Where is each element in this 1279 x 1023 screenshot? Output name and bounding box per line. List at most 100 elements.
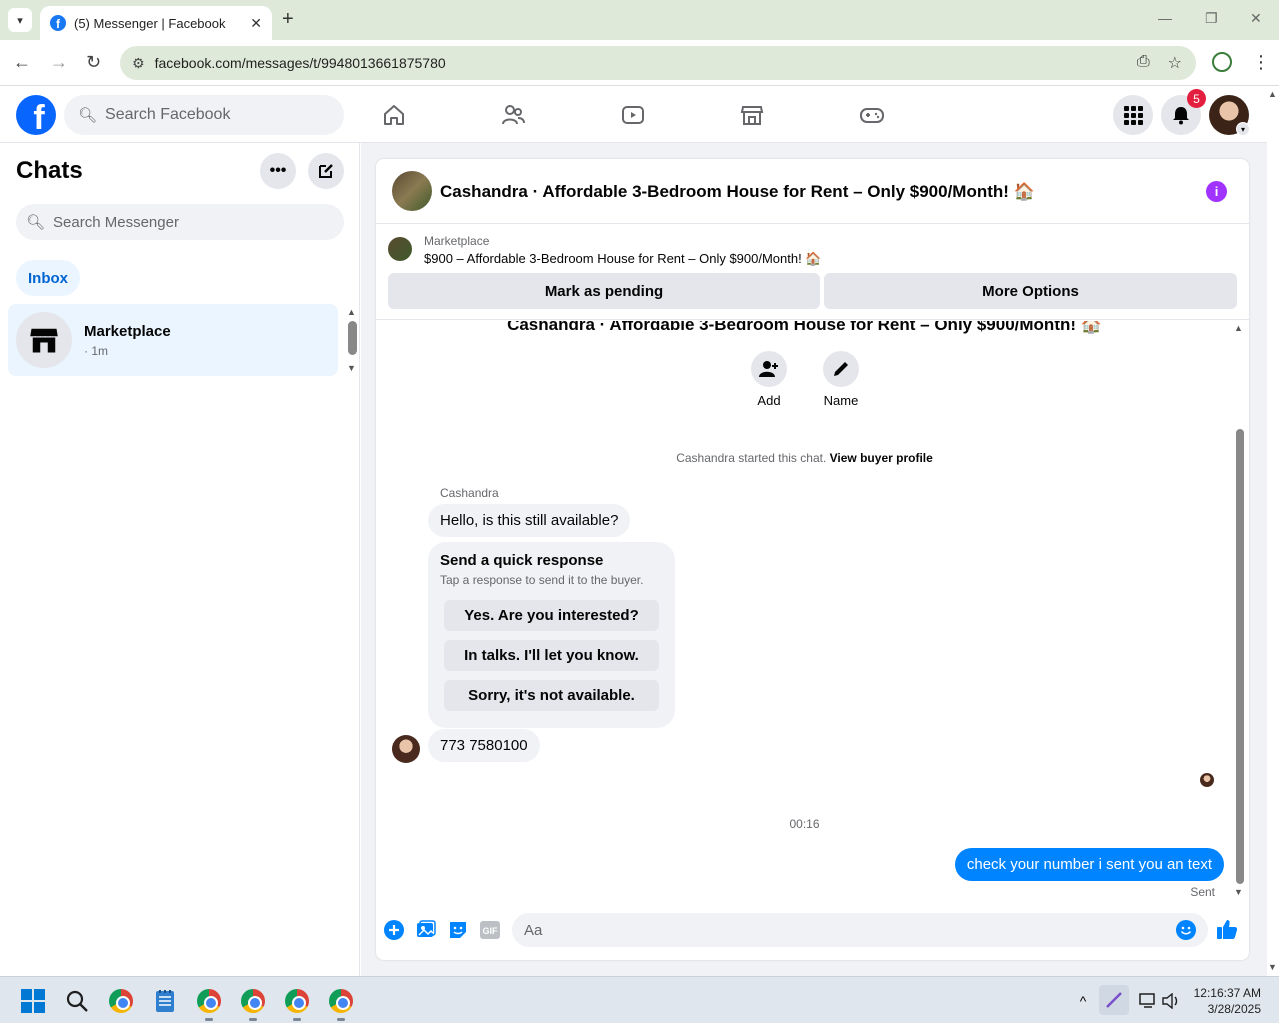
running-indicator [337,1018,345,1021]
close-icon[interactable]: ✕ [250,15,262,32]
clock-time: 12:16:37 AM [1193,986,1261,1000]
windows-taskbar: ^ 12:16:37 AM 3/28/2025 [0,976,1279,1023]
browser-tab[interactable]: f (5) Messenger | Facebook ✕ [40,6,272,40]
url-text: facebook.com/messages/t/9948013661875780 [154,55,446,71]
chrome-profile-icon[interactable] [284,988,310,1014]
photo-icon[interactable] [416,920,436,940]
chat-list-item[interactable]: Marketplace · 1m [8,304,338,376]
chevron-down-icon[interactable]: ▾ [1236,122,1250,136]
add-people-action[interactable]: Add [739,351,799,408]
quick-response-in-talks-button[interactable]: In talks. I'll let you know. [444,640,659,671]
pencil-icon [823,351,859,387]
view-buyer-profile-link[interactable]: View buyer profile [830,451,933,465]
window-close-icon[interactable]: ✕ [1250,10,1262,27]
message-composer: GIF Aa [376,904,1249,956]
thread-scroll-up-arrow[interactable]: ▲ [1234,323,1243,333]
quick-response-card: Send a quick response Tap a response to … [428,542,675,728]
gaming-icon[interactable] [859,103,885,127]
started-text: Cashandra started this chat. [676,451,827,465]
listing-title[interactable]: $900 – Affordable 3-Bedroom House for Re… [424,251,822,267]
volume-icon[interactable] [1158,988,1184,1014]
facebook-search-input[interactable]: 🔍︎ Search Facebook [64,95,344,135]
quick-response-heading: Send a quick response [440,552,604,569]
read-receipt-avatar [1200,773,1214,787]
message-thread: Cashandra · Affordable 3-Bedroom House f… [376,321,1249,901]
outgoing-message[interactable]: check your number i sent you an text [954,848,1224,881]
reload-icon[interactable]: ↻ [86,52,101,73]
chrome-profile-icon[interactable] [328,988,354,1014]
name-action[interactable]: Name [811,351,871,408]
add-person-icon [751,351,787,387]
chat-time: · 1m [84,344,108,358]
listing-thumbnail[interactable] [388,237,412,261]
sender-avatar[interactable] [392,735,420,763]
chat-started-notice: Cashandra started this chat. View buyer … [376,451,1233,465]
info-icon[interactable]: i [1206,181,1227,202]
more-options-button[interactable]: More Options [824,273,1237,309]
incoming-message[interactable]: Hello, is this still available? [428,504,631,537]
windows-start-icon[interactable] [20,988,46,1014]
sticker-icon[interactable] [448,920,468,940]
page-scroll-down-arrow[interactable]: ▼ [1268,962,1277,972]
marketplace-icon[interactable] [739,103,765,127]
facebook-header: f 🔍︎ Search Facebook [0,87,1267,143]
thread-scroll-down-arrow[interactable]: ▼ [1234,887,1243,897]
tab-menu-icon[interactable]: ▾ [8,8,32,32]
profile-icon[interactable] [1212,52,1232,72]
new-message-button[interactable] [308,153,344,189]
clock-date: 3/28/2025 [1207,1002,1261,1016]
quick-response-yes-button[interactable]: Yes. Are you interested? [444,600,659,631]
menu-kebab-icon[interactable]: ⋮ [1252,52,1270,73]
home-icon[interactable] [381,103,407,127]
menu-grid-button[interactable] [1113,95,1153,135]
storefront-icon [30,328,58,353]
chats-options-button[interactable]: ••• [260,153,296,189]
friends-icon[interactable] [500,103,526,127]
emoji-icon[interactable] [1176,920,1196,940]
url-bar[interactable]: ⚙ facebook.com/messages/t/99480136618757… [120,46,1196,80]
tab-inbox[interactable]: Inbox [16,260,80,296]
chrome-icon[interactable] [108,988,134,1014]
browser-tab-bar: ▾ f (5) Messenger | Facebook ✕ + — ❐ ✕ [0,0,1279,40]
message-input[interactable]: Aa [512,913,1208,947]
bookmark-star-icon[interactable]: ☆ [1168,53,1182,73]
notepad-icon[interactable] [152,988,178,1014]
pen-app-icon[interactable] [1099,985,1129,1015]
minimize-icon[interactable]: — [1158,10,1172,26]
sidebar-scroll-up-arrow[interactable]: ▲ [347,307,356,317]
quick-response-sorry-button[interactable]: Sorry, it's not available. [444,680,659,711]
thread-scrollbar[interactable] [1236,429,1244,884]
chats-sidebar: Chats ••• 🔍︎ Search Messenger Inbox Mark… [0,143,360,976]
page-scroll-up-arrow[interactable]: ▲ [1268,89,1277,99]
sidebar-scroll-down-arrow[interactable]: ▼ [347,363,356,373]
marketplace-banner: Marketplace $900 – Affordable 3-Bedroom … [376,224,1249,320]
mark-as-pending-button[interactable]: Mark as pending [388,273,820,309]
marketplace-avatar [16,312,72,368]
watch-icon[interactable] [620,103,646,127]
listing-avatar[interactable] [392,171,432,211]
facebook-logo-icon[interactable]: f [16,95,56,135]
conversation-title[interactable]: Cashandra · Affordable 3-Bedroom House f… [440,182,1035,202]
forward-icon[interactable]: → [50,52,68,73]
site-info-icon[interactable]: ⚙ [132,55,145,72]
compose-icon [319,164,333,178]
add-label: Add [757,393,781,408]
notification-badge: 5 [1187,89,1206,108]
chrome-profile-icon[interactable] [196,988,222,1014]
gif-icon[interactable]: GIF [480,920,500,940]
chrome-profile-icon[interactable] [240,988,266,1014]
maximize-icon[interactable]: ❐ [1205,10,1218,27]
back-icon[interactable]: ← [13,52,31,73]
install-app-icon[interactable]: ⎙ [1137,53,1150,73]
grid-icon [1124,106,1143,125]
plus-icon[interactable] [384,920,404,940]
messenger-search-placeholder: Search Messenger [53,213,179,231]
system-clock[interactable]: 12:16:37 AM 3/28/2025 [1194,985,1261,1017]
incoming-message[interactable]: 773 7580100 [428,729,540,762]
chevron-up-icon[interactable]: ^ [1070,988,1096,1014]
like-thumb-icon[interactable] [1216,918,1238,940]
search-icon[interactable] [64,988,90,1014]
new-tab-icon[interactable]: + [282,8,294,31]
sidebar-scrollbar[interactable] [348,321,357,355]
messenger-search-input[interactable]: 🔍︎ Search Messenger [16,204,344,240]
